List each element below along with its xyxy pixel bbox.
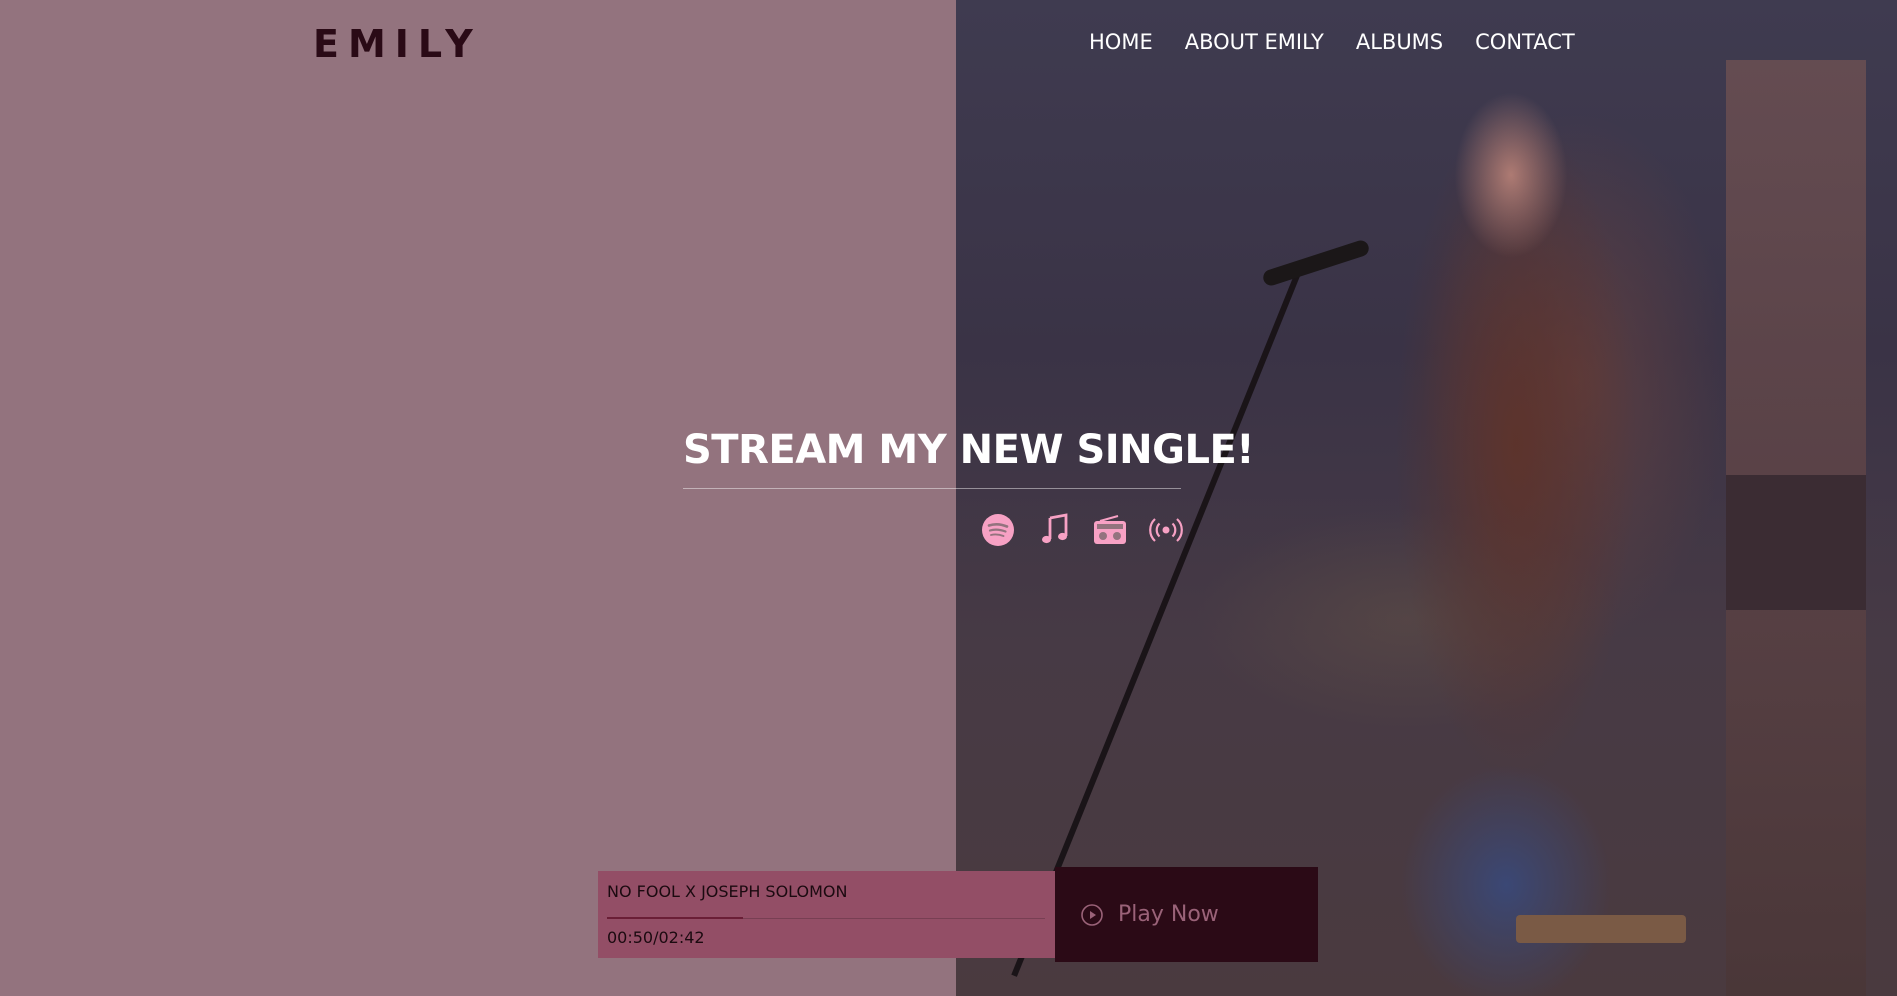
main-navigation: HOME ABOUT EMILY ALBUMS CONTACT [1089, 30, 1575, 54]
audio-player: NO FOOL X JOSEPH SOLOMON 00:50/02:42 [598, 871, 1055, 958]
nav-contact[interactable]: CONTACT [1475, 30, 1575, 54]
progress-track[interactable] [607, 917, 1045, 919]
play-circle-icon [1081, 903, 1103, 926]
progress-fill [607, 917, 743, 919]
radio-icon[interactable] [1092, 512, 1128, 548]
streaming-links [980, 512, 1184, 548]
poster-panel [1726, 475, 1866, 610]
left-color-panel [0, 0, 956, 996]
podcast-icon[interactable] [1148, 512, 1184, 548]
hero-divider [683, 488, 1181, 489]
spotify-icon[interactable] [980, 512, 1016, 548]
hero-title: STREAM MY NEW SINGLE! [683, 427, 1255, 473]
hero-section: STREAM MY NEW SINGLE! [683, 425, 1255, 489]
music-note-icon[interactable] [1036, 512, 1072, 548]
track-time: 00:50/02:42 [607, 928, 705, 947]
nav-about-emily[interactable]: ABOUT EMILY [1185, 30, 1324, 54]
track-title: NO FOOL X JOSEPH SOLOMON [607, 882, 848, 901]
play-now-label: Play Now [1118, 902, 1219, 927]
site-logo[interactable]: EMILY [313, 22, 482, 66]
stool [1516, 915, 1686, 943]
nav-home[interactable]: HOME [1089, 30, 1153, 54]
singer-figure [1346, 65, 1676, 996]
play-now-button[interactable]: Play Now [1055, 867, 1318, 962]
hero-background-photo [956, 0, 1897, 996]
nav-albums[interactable]: ALBUMS [1356, 30, 1443, 54]
